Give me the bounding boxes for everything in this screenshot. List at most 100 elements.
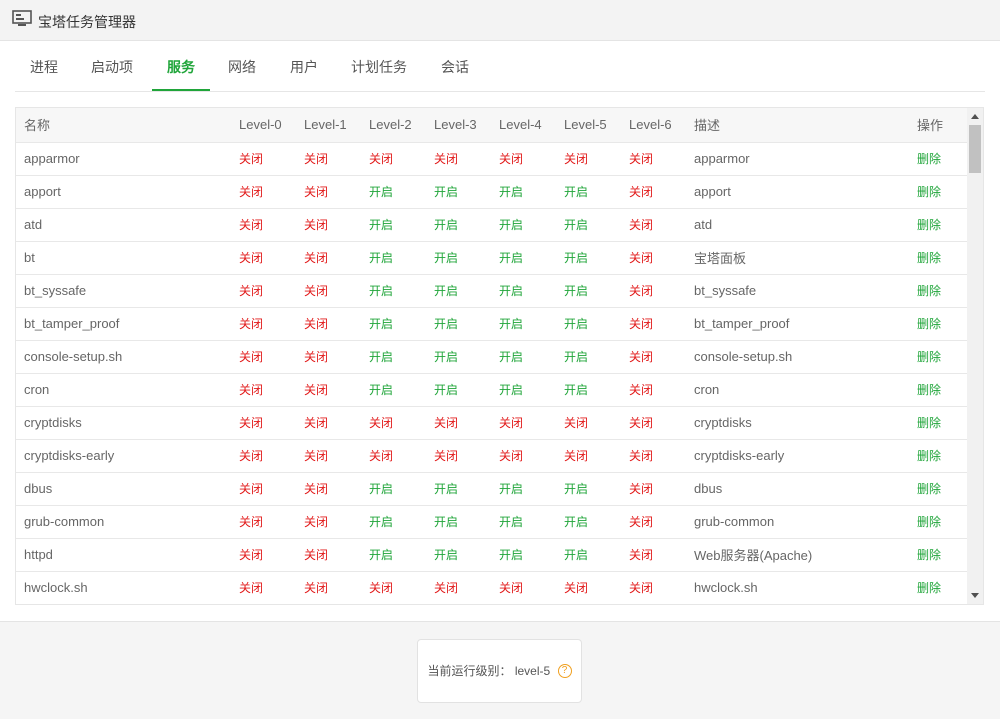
level-0-status-toggle[interactable]: 关闭 bbox=[239, 307, 304, 341]
delete-button[interactable]: 删除 bbox=[917, 274, 968, 308]
level-6-status-toggle[interactable]: 关闭 bbox=[629, 142, 694, 176]
level-6-status-toggle[interactable]: 关闭 bbox=[629, 307, 694, 341]
level-0-status-toggle[interactable]: 关闭 bbox=[239, 373, 304, 407]
level-6-status-toggle[interactable]: 关闭 bbox=[629, 406, 694, 440]
level-2-status-toggle[interactable]: 开启 bbox=[369, 538, 434, 572]
level-2-status-toggle[interactable]: 开启 bbox=[369, 307, 434, 341]
level-6-status-toggle[interactable]: 关闭 bbox=[629, 472, 694, 506]
level-0-status-toggle[interactable]: 关闭 bbox=[239, 571, 304, 604]
level-5-status-toggle[interactable]: 开启 bbox=[564, 175, 629, 209]
level-2-status-toggle[interactable]: 关闭 bbox=[369, 406, 434, 440]
level-1-status-toggle[interactable]: 关闭 bbox=[304, 373, 369, 407]
scroll-up-arrow-icon[interactable] bbox=[971, 114, 979, 119]
tab-scheduled-tasks[interactable]: 计划任务 bbox=[350, 41, 408, 91]
level-0-status-toggle[interactable]: 关闭 bbox=[239, 241, 304, 275]
level-6-status-toggle[interactable]: 关闭 bbox=[629, 439, 694, 473]
tab-sessions[interactable]: 会话 bbox=[440, 41, 470, 91]
level-5-status-toggle[interactable]: 开启 bbox=[564, 208, 629, 242]
level-6-status-toggle[interactable]: 关闭 bbox=[629, 274, 694, 308]
delete-button[interactable]: 删除 bbox=[917, 406, 968, 440]
level-4-status-toggle[interactable]: 开启 bbox=[499, 472, 564, 506]
level-5-status-toggle[interactable]: 关闭 bbox=[564, 142, 629, 176]
tab-services[interactable]: 服务 bbox=[152, 41, 210, 91]
delete-button[interactable]: 删除 bbox=[917, 439, 968, 473]
level-0-status-toggle[interactable]: 关闭 bbox=[239, 406, 304, 440]
level-6-status-toggle[interactable]: 关闭 bbox=[629, 208, 694, 242]
level-5-status-toggle[interactable]: 开启 bbox=[564, 307, 629, 341]
level-3-status-toggle[interactable]: 关闭 bbox=[434, 571, 499, 604]
level-3-status-toggle[interactable]: 开启 bbox=[434, 175, 499, 209]
level-1-status-toggle[interactable]: 关闭 bbox=[304, 571, 369, 604]
level-3-status-toggle[interactable]: 开启 bbox=[434, 241, 499, 275]
level-1-status-toggle[interactable]: 关闭 bbox=[304, 307, 369, 341]
scrollbar-thumb[interactable] bbox=[969, 125, 981, 173]
level-1-status-toggle[interactable]: 关闭 bbox=[304, 208, 369, 242]
level-6-status-toggle[interactable]: 关闭 bbox=[629, 241, 694, 275]
level-2-status-toggle[interactable]: 开启 bbox=[369, 175, 434, 209]
level-6-status-toggle[interactable]: 关闭 bbox=[629, 340, 694, 374]
level-4-status-toggle[interactable]: 开启 bbox=[499, 340, 564, 374]
level-6-status-toggle[interactable]: 关闭 bbox=[629, 538, 694, 572]
level-0-status-toggle[interactable]: 关闭 bbox=[239, 472, 304, 506]
level-4-status-toggle[interactable]: 开启 bbox=[499, 307, 564, 341]
level-2-status-toggle[interactable]: 开启 bbox=[369, 373, 434, 407]
tab-processes[interactable]: 进程 bbox=[29, 41, 59, 91]
level-4-status-toggle[interactable]: 关闭 bbox=[499, 142, 564, 176]
level-3-status-toggle[interactable]: 关闭 bbox=[434, 142, 499, 176]
level-2-status-toggle[interactable]: 开启 bbox=[369, 472, 434, 506]
delete-button[interactable]: 删除 bbox=[917, 373, 968, 407]
level-4-status-toggle[interactable]: 关闭 bbox=[499, 439, 564, 473]
level-6-status-toggle[interactable]: 关闭 bbox=[629, 505, 694, 539]
level-0-status-toggle[interactable]: 关闭 bbox=[239, 538, 304, 572]
tab-network[interactable]: 网络 bbox=[227, 41, 257, 91]
level-3-status-toggle[interactable]: 开启 bbox=[434, 274, 499, 308]
level-3-status-toggle[interactable]: 关闭 bbox=[434, 406, 499, 440]
level-3-status-toggle[interactable]: 开启 bbox=[434, 340, 499, 374]
level-5-status-toggle[interactable]: 开启 bbox=[564, 340, 629, 374]
level-3-status-toggle[interactable]: 开启 bbox=[434, 472, 499, 506]
delete-button[interactable]: 删除 bbox=[917, 142, 968, 176]
level-0-status-toggle[interactable]: 关闭 bbox=[239, 274, 304, 308]
level-5-status-toggle[interactable]: 开启 bbox=[564, 373, 629, 407]
level-5-status-toggle[interactable]: 开启 bbox=[564, 472, 629, 506]
level-5-status-toggle[interactable]: 开启 bbox=[564, 505, 629, 539]
level-2-status-toggle[interactable]: 关闭 bbox=[369, 571, 434, 604]
level-0-status-toggle[interactable]: 关闭 bbox=[239, 208, 304, 242]
level-0-status-toggle[interactable]: 关闭 bbox=[239, 505, 304, 539]
level-1-status-toggle[interactable]: 关闭 bbox=[304, 439, 369, 473]
level-4-status-toggle[interactable]: 开启 bbox=[499, 505, 564, 539]
delete-button[interactable]: 删除 bbox=[917, 241, 968, 275]
level-3-status-toggle[interactable]: 开启 bbox=[434, 208, 499, 242]
level-1-status-toggle[interactable]: 关闭 bbox=[304, 142, 369, 176]
delete-button[interactable]: 删除 bbox=[917, 538, 968, 572]
level-1-status-toggle[interactable]: 关闭 bbox=[304, 472, 369, 506]
level-4-status-toggle[interactable]: 关闭 bbox=[499, 571, 564, 604]
delete-button[interactable]: 删除 bbox=[917, 208, 968, 242]
level-4-status-toggle[interactable]: 开启 bbox=[499, 175, 564, 209]
delete-button[interactable]: 删除 bbox=[917, 472, 968, 506]
level-2-status-toggle[interactable]: 关闭 bbox=[369, 142, 434, 176]
level-3-status-toggle[interactable]: 关闭 bbox=[434, 439, 499, 473]
level-4-status-toggle[interactable]: 关闭 bbox=[499, 406, 564, 440]
level-4-status-toggle[interactable]: 开启 bbox=[499, 274, 564, 308]
level-5-status-toggle[interactable]: 关闭 bbox=[564, 439, 629, 473]
level-5-status-toggle[interactable]: 开启 bbox=[564, 538, 629, 572]
level-5-status-toggle[interactable]: 开启 bbox=[564, 241, 629, 275]
level-1-status-toggle[interactable]: 关闭 bbox=[304, 274, 369, 308]
level-2-status-toggle[interactable]: 关闭 bbox=[369, 439, 434, 473]
level-2-status-toggle[interactable]: 开启 bbox=[369, 340, 434, 374]
delete-button[interactable]: 删除 bbox=[917, 175, 968, 209]
level-0-status-toggle[interactable]: 关闭 bbox=[239, 175, 304, 209]
level-5-status-toggle[interactable]: 关闭 bbox=[564, 571, 629, 604]
delete-button[interactable]: 删除 bbox=[917, 307, 968, 341]
level-2-status-toggle[interactable]: 开启 bbox=[369, 274, 434, 308]
level-2-status-toggle[interactable]: 开启 bbox=[369, 241, 434, 275]
question-circle-icon[interactable]: ? bbox=[557, 663, 572, 678]
delete-button[interactable]: 删除 bbox=[917, 505, 968, 539]
level-4-status-toggle[interactable]: 开启 bbox=[499, 241, 564, 275]
level-0-status-toggle[interactable]: 关闭 bbox=[239, 439, 304, 473]
level-3-status-toggle[interactable]: 开启 bbox=[434, 307, 499, 341]
level-4-status-toggle[interactable]: 开启 bbox=[499, 208, 564, 242]
level-2-status-toggle[interactable]: 开启 bbox=[369, 208, 434, 242]
level-6-status-toggle[interactable]: 关闭 bbox=[629, 571, 694, 604]
